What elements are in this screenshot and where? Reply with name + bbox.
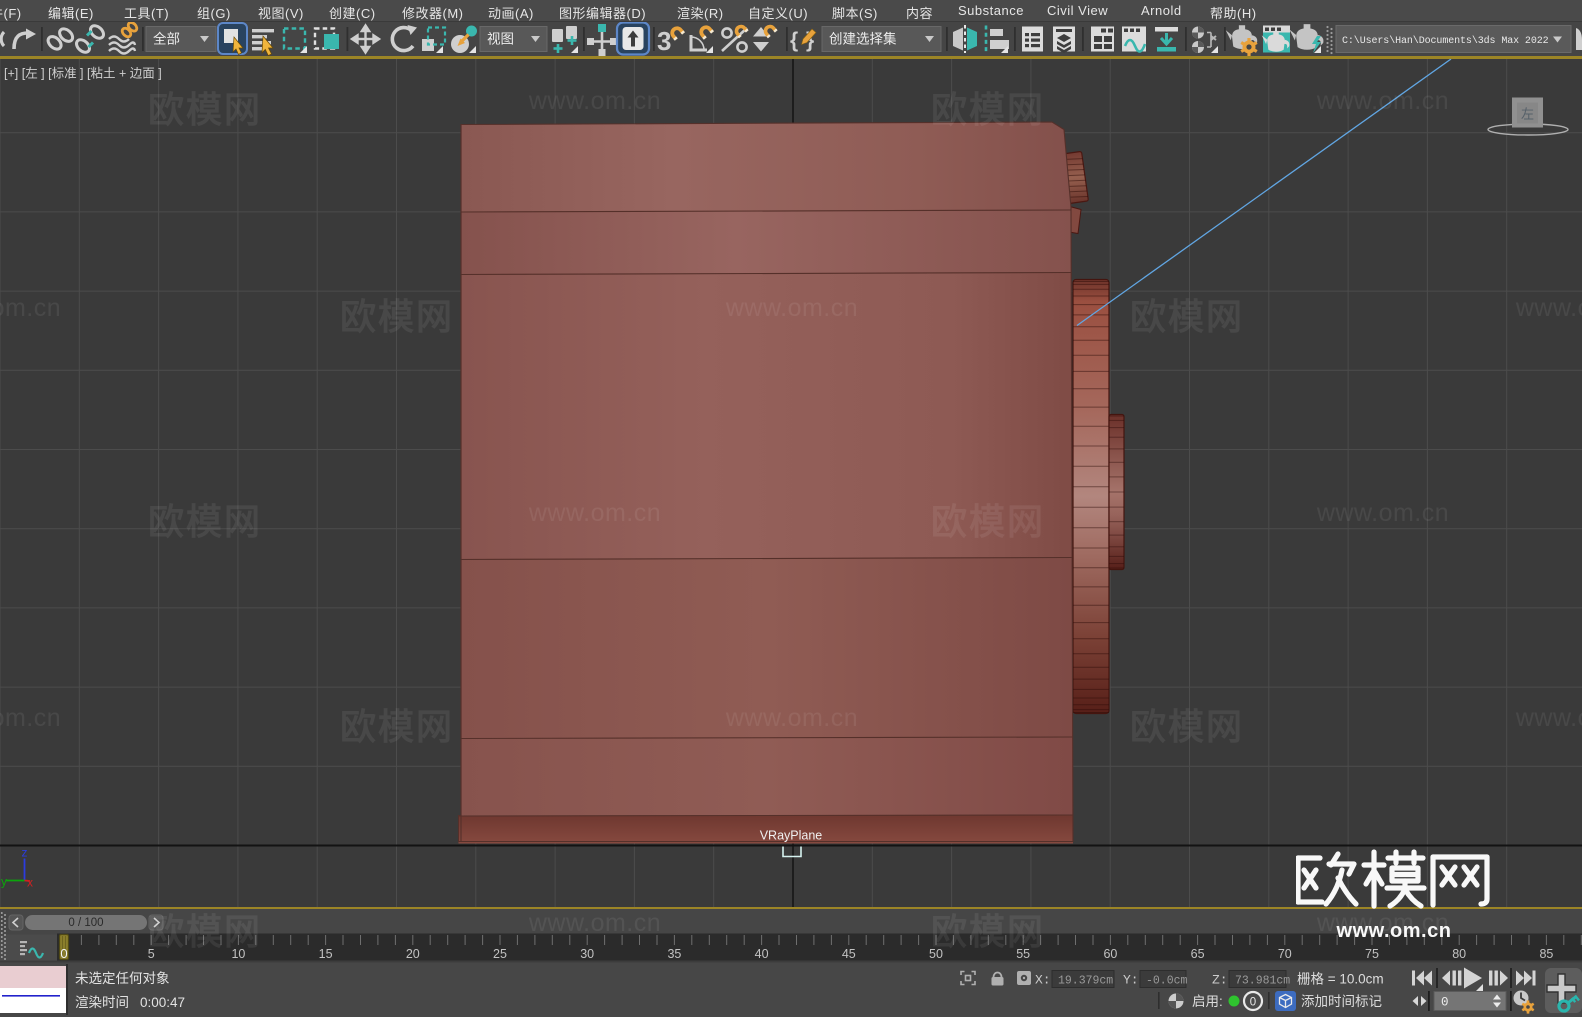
svg-text:0:00:47: 0:00:47 xyxy=(140,995,185,1010)
svg-text:75: 75 xyxy=(1365,947,1379,961)
svg-text:0 / 100: 0 / 100 xyxy=(68,917,103,929)
svg-text:-0.0cm: -0.0cm xyxy=(1146,975,1188,988)
svg-text:添加时间标记: 添加时间标记 xyxy=(1301,994,1382,1009)
svg-text:启用:: 启用: xyxy=(1192,994,1223,1009)
svg-text:视图: 视图 xyxy=(487,32,514,47)
svg-text:60: 60 xyxy=(1103,947,1117,961)
svg-text:85: 85 xyxy=(1539,947,1553,961)
svg-text:创建选择集: 创建选择集 xyxy=(829,32,897,47)
svg-text:70: 70 xyxy=(1278,947,1292,961)
svg-text:20: 20 xyxy=(406,947,420,961)
svg-text:80: 80 xyxy=(1452,947,1466,961)
svg-text:X:: X: xyxy=(1035,973,1051,988)
svg-text:VRayPlane: VRayPlane xyxy=(760,828,823,842)
svg-text:y: y xyxy=(1,874,7,888)
svg-text:25: 25 xyxy=(493,947,507,961)
svg-text:C:\Users\Han\Documents\3ds Max: C:\Users\Han\Documents\3ds Max 2022 xyxy=(1342,35,1549,47)
svg-text:[+] [左 ] [标准 ] [粘土 + 边面 ]: [+] [左 ] [标准 ] [粘土 + 边面 ] xyxy=(4,65,162,80)
svg-text:30: 30 xyxy=(580,947,594,961)
svg-text:Y:: Y: xyxy=(1123,973,1139,988)
svg-text:0: 0 xyxy=(1250,997,1256,1009)
svg-text:{: { xyxy=(790,29,798,52)
svg-text:渲染时间: 渲染时间 xyxy=(75,995,129,1010)
svg-text:左: 左 xyxy=(1521,106,1534,121)
svg-text:未选定任何对象: 未选定任何对象 xyxy=(75,971,170,986)
svg-text:x: x xyxy=(27,875,33,889)
svg-text:65: 65 xyxy=(1191,947,1205,961)
svg-text:40: 40 xyxy=(755,947,769,961)
svg-text:45: 45 xyxy=(842,947,856,961)
svg-text:3: 3 xyxy=(657,26,671,56)
svg-text:Z:: Z: xyxy=(1212,973,1228,988)
svg-text:35: 35 xyxy=(667,947,681,961)
svg-text:0: 0 xyxy=(60,946,67,961)
svg-text:z: z xyxy=(22,845,28,859)
svg-text:15: 15 xyxy=(319,947,333,961)
svg-text:全部: 全部 xyxy=(153,31,180,47)
svg-text:19.379cm: 19.379cm xyxy=(1058,975,1113,988)
svg-text:73.981cm: 73.981cm xyxy=(1235,975,1290,988)
svg-text:0: 0 xyxy=(1441,996,1449,1010)
svg-text:栅格 = 10.0cm: 栅格 = 10.0cm xyxy=(1297,972,1384,987)
